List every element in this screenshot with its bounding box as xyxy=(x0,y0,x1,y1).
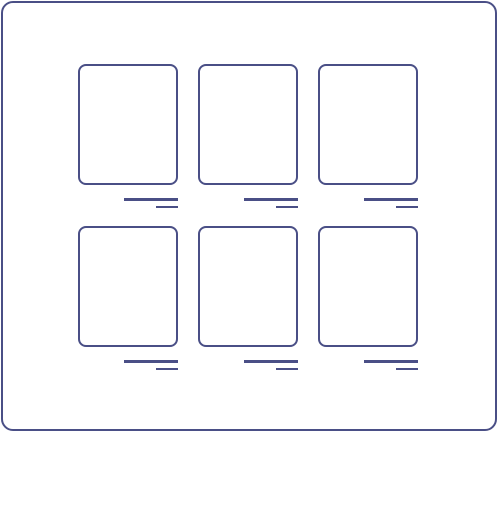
thumbnail-card-2[interactable] xyxy=(198,64,298,185)
card-2-subtitle-placeholder xyxy=(276,206,298,208)
card-4-subtitle-placeholder xyxy=(156,368,178,370)
thumbnail-card-3[interactable] xyxy=(318,64,418,185)
thumbnail-card-4[interactable] xyxy=(78,226,178,347)
card-6-subtitle-placeholder xyxy=(396,368,418,370)
card-5-title-placeholder xyxy=(244,360,298,363)
card-1-title-placeholder xyxy=(124,198,178,201)
thumbnail-card-5[interactable] xyxy=(198,226,298,347)
thumbnail-card-1[interactable] xyxy=(78,64,178,185)
card-3-subtitle-placeholder xyxy=(396,206,418,208)
card-3-title-placeholder xyxy=(364,198,418,201)
card-1-subtitle-placeholder xyxy=(156,206,178,208)
card-5-subtitle-placeholder xyxy=(276,368,298,370)
thumbnail-card-6[interactable] xyxy=(318,226,418,347)
card-4-title-placeholder xyxy=(124,360,178,363)
card-6-title-placeholder xyxy=(364,360,418,363)
card-2-title-placeholder xyxy=(244,198,298,201)
